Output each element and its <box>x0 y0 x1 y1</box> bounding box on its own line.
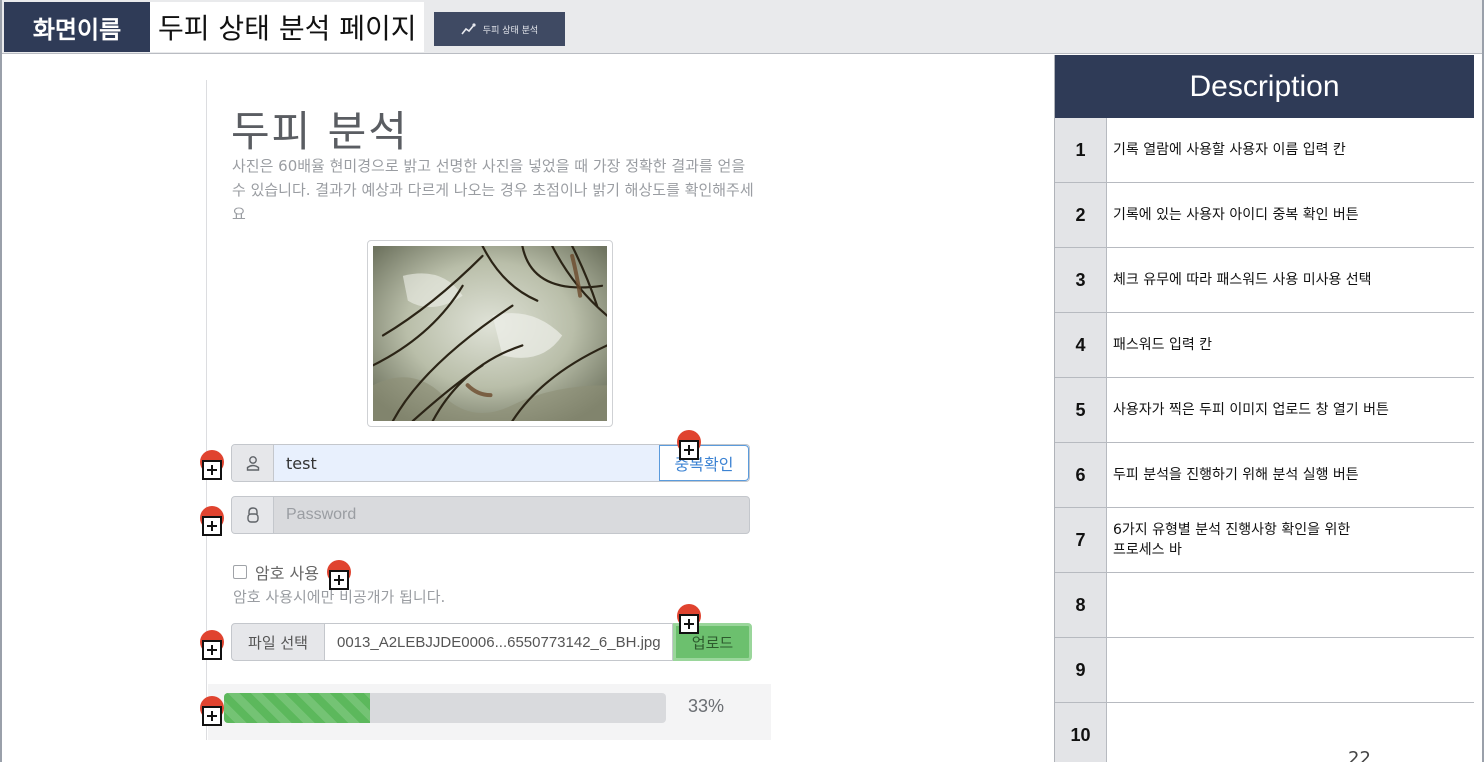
description-row: 8 <box>1055 573 1474 638</box>
description-row-text: 두피 분석을 진행하기 위해 분석 실행 버튼 <box>1113 467 1359 483</box>
description-row-text: 기록에 있는 사용자 아이디 중복 확인 버튼 <box>1113 207 1359 223</box>
progress-bar <box>224 693 666 723</box>
file-select-button[interactable]: 파일 선택 <box>231 623 325 661</box>
annotation-marker-6 <box>677 604 701 638</box>
description-row: 9 <box>1055 638 1474 703</box>
username-field: test 중복확인 <box>231 444 750 482</box>
plus-box-icon <box>202 460 222 480</box>
description-row-number: 3 <box>1055 248 1107 312</box>
app-preview: 두피 분석 사진은 60배율 현미경으로 밝고 선명한 사진을 넣었을 때 가장… <box>206 80 771 740</box>
use-password-row: 암호 사용 <box>233 560 319 584</box>
screen-title: 두피 상태 분석 페이지 <box>150 2 424 52</box>
description-row-text <box>1107 638 1474 702</box>
file-name-display: 0013_A2LEBJJDE0006...6550773142_6_BH.jpg <box>325 623 673 661</box>
annotation-marker-3 <box>327 560 351 594</box>
scalp-image-preview <box>367 240 613 427</box>
user-icon <box>232 445 274 481</box>
screen-name-label: 화면이름 <box>4 2 150 52</box>
description-row-text: 패스워드 입력 칸 <box>1113 337 1213 353</box>
description-row-text: 기록 열람에 사용할 사용자 이름 입력 칸 <box>1113 142 1346 158</box>
description-title: Description <box>1055 55 1474 118</box>
use-password-label: 암호 사용 <box>255 564 319 583</box>
use-password-checkbox[interactable] <box>233 565 247 579</box>
description-row: 6 두피 분석을 진행하기 위해 분석 실행 버튼 <box>1055 443 1474 508</box>
plus-box-icon <box>679 614 699 634</box>
description-row-text: 체크 유무에 따라 패스워드 사용 미사용 선택 <box>1113 272 1372 288</box>
chart-trend-icon <box>461 23 476 35</box>
progress-section: 33% <box>208 684 771 740</box>
description-row: 5 사용자가 찍은 두피 이미지 업로드 창 열기 버튼 <box>1055 378 1474 443</box>
description-row: 1 기록 열람에 사용할 사용자 이름 입력 칸 <box>1055 118 1474 183</box>
password-field: Password <box>231 496 750 534</box>
progress-percent-label: 33% <box>688 696 725 716</box>
description-row-number: 5 <box>1055 378 1107 442</box>
lock-icon <box>232 497 274 533</box>
description-panel: Description 1 기록 열람에 사용할 사용자 이름 입력 칸 2 기록에 … <box>1054 55 1474 762</box>
description-row-number: 9 <box>1055 638 1107 702</box>
plus-box-icon <box>202 516 222 536</box>
annotation-marker-7 <box>200 696 224 730</box>
description-row-text: 6가지 유형별 분석 진행사항 확인을 위한 프로세스 바 <box>1113 522 1351 558</box>
description-row-text <box>1107 703 1474 762</box>
description-row-number: 7 <box>1055 508 1107 572</box>
description-row-number: 1 <box>1055 118 1107 182</box>
slide: 화면이름 두피 상태 분석 페이지 두피 상태 분석 두피 분석 사진은 60배… <box>0 0 1484 762</box>
plus-box-icon <box>679 440 699 460</box>
scalp-photo <box>371 244 609 423</box>
file-upload-row: 파일 선택 0013_A2LEBJJDE0006...6550773142_6_… <box>231 623 752 661</box>
plus-box-icon <box>202 640 222 660</box>
description-row: 10 <box>1055 703 1474 762</box>
description-row: 4 패스워드 입력 칸 <box>1055 313 1474 378</box>
description-row-text <box>1107 573 1474 637</box>
progress-bar-fill <box>224 693 370 723</box>
plus-box-icon <box>202 706 222 726</box>
plus-box-icon <box>329 570 349 590</box>
annotation-marker-1 <box>200 450 224 484</box>
description-row-text: 사용자가 찍은 두피 이미지 업로드 창 열기 버튼 <box>1113 402 1389 418</box>
description-table: 1 기록 열람에 사용할 사용자 이름 입력 칸 2 기록에 있는 사용자 아이디 중… <box>1055 118 1474 762</box>
username-input[interactable]: test <box>274 445 659 481</box>
duplicate-check-button[interactable]: 중복확인 <box>659 445 749 481</box>
description-row: 2 기록에 있는 사용자 아이디 중복 확인 버튼 <box>1055 183 1474 248</box>
description-row-number: 4 <box>1055 313 1107 377</box>
description-row-number: 2 <box>1055 183 1107 247</box>
description-row: 3 체크 유무에 따라 패스워드 사용 미사용 선택 <box>1055 248 1474 313</box>
description-row-number: 6 <box>1055 443 1107 507</box>
annotation-marker-5 <box>200 630 224 664</box>
page-title: 두피 분석 <box>231 107 409 156</box>
description-row-number: 8 <box>1055 573 1107 637</box>
annotation-marker-4 <box>200 506 224 540</box>
screen-tag-label: 두피 상태 분석 <box>482 25 539 36</box>
page-description: 사진은 60배율 현미경으로 밝고 선명한 사진을 넣었을 때 가장 정확한 결… <box>232 157 754 223</box>
description-row: 7 6가지 유형별 분석 진행사항 확인을 위한 프로세스 바 <box>1055 508 1474 573</box>
screen-tag: 두피 상태 분석 <box>434 12 565 46</box>
page-number: 22 <box>1348 748 1371 762</box>
annotation-marker-2 <box>677 430 701 464</box>
header-bar: 화면이름 두피 상태 분석 페이지 두피 상태 분석 <box>2 0 1482 54</box>
password-input[interactable]: Password <box>274 497 749 533</box>
description-row-number: 10 <box>1055 703 1107 762</box>
